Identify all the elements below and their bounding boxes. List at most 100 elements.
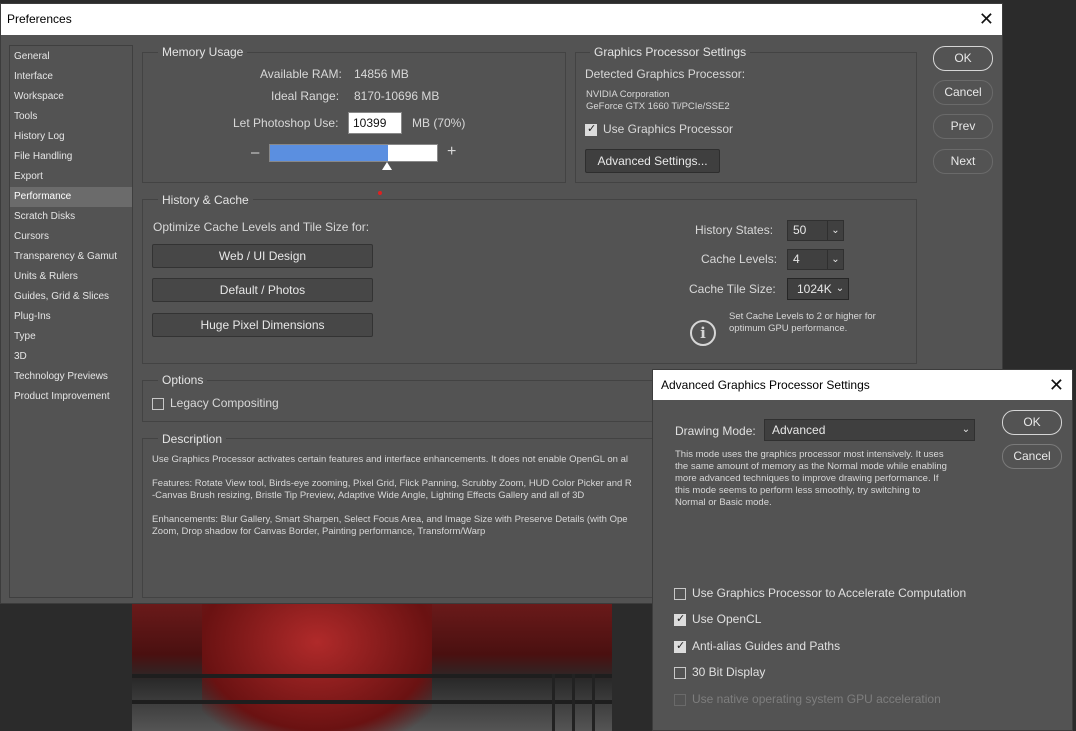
sidebar-item-technology-previews[interactable]: Technology Previews [10, 367, 132, 387]
history-states-value: 50 [793, 223, 807, 237]
minus-icon[interactable]: – [251, 144, 259, 161]
ideal-range-label: Ideal Range: [271, 89, 340, 103]
default-photos-button[interactable]: Default / Photos [152, 278, 373, 302]
detected-gpu-label: Detected Graphics Processor: [585, 67, 746, 81]
description-title: Description [158, 432, 227, 446]
memory-amount-input[interactable]: 10399 [348, 112, 402, 134]
native-gpu-acceleration-label: Use native operating system GPU accelera… [692, 692, 941, 706]
gpu-vendor: NVIDIA Corporation [586, 89, 670, 100]
memory-slider[interactable] [269, 144, 438, 162]
gpu-settings-title: Graphics Processor Settings [590, 45, 751, 59]
use-opencl-label: Use OpenCL [692, 612, 762, 626]
use-gpu-checkbox[interactable] [585, 122, 597, 136]
advanced-dialog-title: Advanced Graphics Processor Settings [661, 378, 870, 392]
sidebar-item-transparency-gamut[interactable]: Transparency & Gamut [10, 247, 132, 267]
chevron-down-icon: ⌄ [961, 424, 971, 435]
options-title: Options [158, 373, 208, 387]
mode-description-1: This mode uses the graphics processor mo… [675, 449, 944, 460]
advanced-settings-button[interactable]: Advanced Settings... [585, 149, 720, 173]
sidebar-item-tools[interactable]: Tools [10, 107, 132, 127]
description-paragraph-1: Use Graphics Processor activates certain… [152, 454, 628, 465]
sidebar-item-workspace[interactable]: Workspace [10, 87, 132, 107]
legacy-compositing-checkbox[interactable] [152, 398, 164, 410]
cache-hint-line1: Set Cache Levels to 2 or higher for [729, 311, 876, 322]
antialias-guides-label: Anti-alias Guides and Paths [692, 639, 841, 653]
cache-tile-size-value: 1024K [797, 282, 832, 296]
cache-levels-select[interactable]: 4 ⌄ [787, 249, 844, 270]
gpu-model: GeForce GTX 1660 Ti/PCIe/SSE2 [586, 101, 730, 112]
history-states-label: History States: [695, 223, 774, 237]
cancel-button[interactable]: Cancel [933, 80, 993, 105]
close-icon[interactable]: ✕ [1049, 370, 1064, 400]
antialias-guides-checkbox[interactable] [674, 639, 686, 653]
sidebar-item-file-handling[interactable]: File Handling [10, 147, 132, 167]
ok-button[interactable]: OK [933, 46, 993, 71]
description-paragraph-3a: Enhancements: Blur Gallery, Smart Sharpe… [152, 514, 628, 525]
cache-tile-size-select[interactable]: 1024K ⌄ [787, 278, 849, 300]
history-states-select[interactable]: 50 ⌄ [787, 220, 844, 241]
sidebar-item-units-rulers[interactable]: Units & Rulers [10, 267, 132, 287]
mode-description-4: this mode seems to perform less smoothly… [675, 485, 921, 496]
sidebar-item-plug-ins[interactable]: Plug-Ins [10, 307, 132, 327]
advanced-dialog-titlebar: Advanced Graphics Processor Settings ✕ [653, 370, 1072, 400]
30-bit-display-label: 30 Bit Display [692, 665, 766, 679]
preferences-titlebar: Preferences ✕ [1, 4, 1002, 35]
available-ram-value: 14856 MB [354, 67, 409, 81]
plus-icon[interactable]: + [447, 143, 456, 161]
cache-levels-value: 4 [793, 252, 800, 266]
cache-tile-size-label: Cache Tile Size: [689, 282, 776, 296]
sidebar-item-performance[interactable]: Performance [10, 187, 132, 207]
mode-description-5: Normal or Basic mode. [675, 497, 772, 508]
native-gpu-acceleration-checkbox [674, 694, 686, 706]
preferences-title: Preferences [7, 12, 72, 26]
next-button[interactable]: Next [933, 149, 993, 174]
memory-percent-label: MB (70%) [412, 116, 466, 130]
sidebar-item-interface[interactable]: Interface [10, 67, 132, 87]
history-cache-title: History & Cache [158, 193, 253, 207]
memory-slider-fill [270, 145, 389, 161]
sidebar-item-scratch-disks[interactable]: Scratch Disks [10, 207, 132, 227]
optimize-label: Optimize Cache Levels and Tile Size for: [153, 220, 370, 234]
description-paragraph-3b: Zoom, Drop shadow for Canvas Border, Pai… [152, 526, 486, 537]
sidebar-item-product-improvement[interactable]: Product Improvement [10, 387, 132, 407]
chevron-down-icon: ⌄ [835, 283, 845, 294]
web-ui-design-button[interactable]: Web / UI Design [152, 244, 373, 268]
background-photo [132, 604, 612, 731]
mode-description-3: more advanced techniques to improve draw… [675, 473, 939, 484]
sidebar-item-cursors[interactable]: Cursors [10, 227, 132, 247]
sidebar-item-general[interactable]: General [10, 47, 132, 67]
use-gpu-label: Use Graphics Processor [603, 122, 734, 136]
description-paragraph-2b: -Canvas Brush resizing, Bristle Tip Prev… [152, 490, 585, 501]
cache-hint-line2: optimum GPU performance. [729, 323, 848, 334]
prev-button[interactable]: Prev [933, 114, 993, 139]
sidebar-item-guides-grid-slices[interactable]: Guides, Grid & Slices [10, 287, 132, 307]
30-bit-display-checkbox[interactable] [674, 667, 686, 679]
mode-description-2: the same amount of memory as the Normal … [675, 461, 947, 472]
use-opencl-checkbox[interactable] [674, 612, 686, 626]
sidebar-item-3d[interactable]: 3D [10, 347, 132, 367]
memory-slider-thumb[interactable] [382, 162, 393, 170]
available-ram-label: Available RAM: [260, 67, 342, 81]
accelerate-computation-label: Use Graphics Processor to Accelerate Com… [692, 586, 967, 600]
info-icon: i [690, 320, 716, 346]
sidebar-item-type[interactable]: Type [10, 327, 132, 347]
advanced-gpu-dialog: Advanced Graphics Processor Settings ✕ D… [652, 369, 1073, 731]
advanced-cancel-button[interactable]: Cancel [1002, 444, 1062, 469]
sidebar-item-export[interactable]: Export [10, 167, 132, 187]
memory-usage-title: Memory Usage [158, 45, 248, 59]
let-photoshop-use-label: Let Photoshop Use: [233, 116, 339, 130]
chevron-down-icon: ⌄ [827, 221, 843, 240]
legacy-compositing-label: Legacy Compositing [170, 396, 279, 410]
sidebar-item-history-log[interactable]: History Log [10, 127, 132, 147]
accelerate-computation-checkbox[interactable] [674, 588, 686, 600]
drawing-mode-value: Advanced [772, 423, 826, 437]
ideal-range-value: 8170-10696 MB [354, 89, 440, 103]
preferences-sidebar: General Interface Workspace Tools Histor… [9, 45, 133, 598]
cache-levels-label: Cache Levels: [701, 252, 778, 266]
red-marker [378, 191, 382, 195]
close-icon[interactable]: ✕ [979, 4, 994, 34]
huge-pixel-dimensions-button[interactable]: Huge Pixel Dimensions [152, 313, 373, 337]
drawing-mode-select[interactable]: Advanced ⌄ [764, 419, 975, 441]
description-paragraph-2a: Features: Rotate View tool, Birds-eye zo… [152, 478, 632, 489]
advanced-ok-button[interactable]: OK [1002, 410, 1062, 435]
